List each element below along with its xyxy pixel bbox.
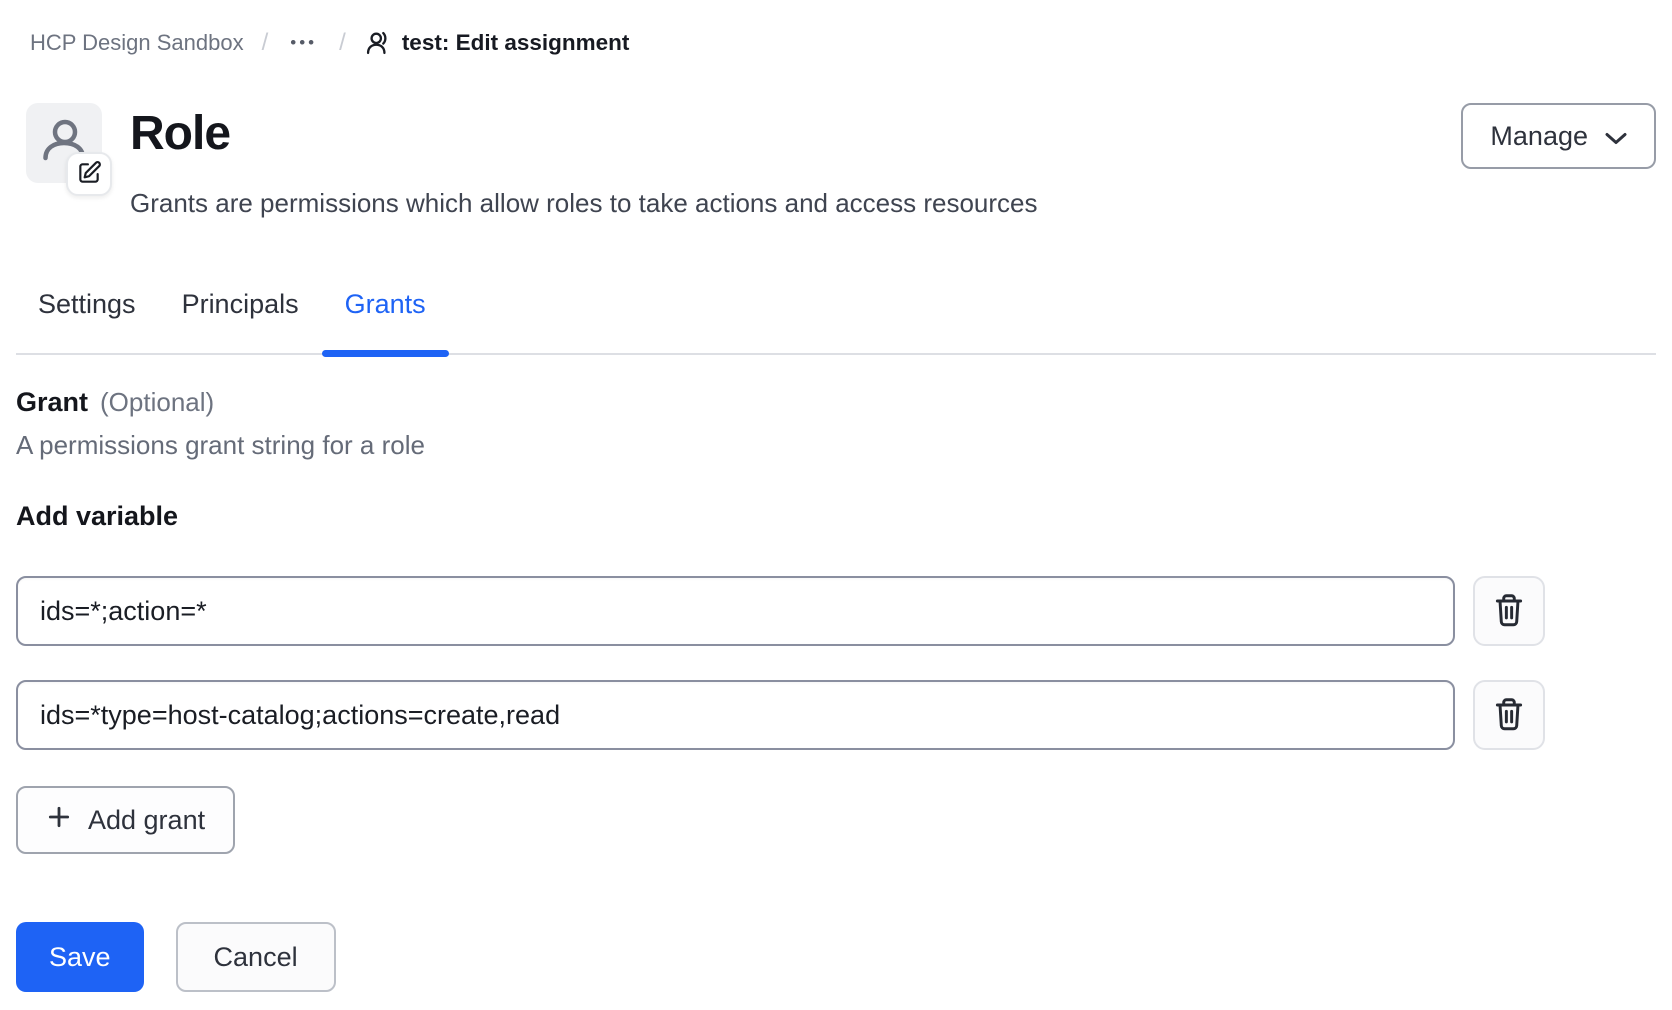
grant-field-label-row: Grant (Optional) — [16, 387, 1545, 418]
manage-button[interactable]: Manage — [1461, 103, 1656, 169]
edit-pencil-icon — [76, 160, 102, 189]
grants-form: Grant (Optional) A permissions grant str… — [16, 387, 1545, 992]
grant-help-text: A permissions grant string for a role — [16, 430, 1545, 461]
breadcrumb-item-hcp-design-sandbox[interactable]: HCP Design Sandbox — [30, 28, 244, 58]
chevron-down-icon — [1605, 121, 1627, 152]
trash-icon — [1492, 591, 1526, 632]
delete-grant-button-1[interactable] — [1473, 576, 1545, 646]
breadcrumb: HCP Design Sandbox / ••• / test: Edit as… — [30, 28, 1656, 58]
breadcrumb-separator: / — [335, 28, 350, 58]
form-actions: Save Cancel — [16, 922, 1545, 992]
page-subtitle: Grants are permissions which allow roles… — [130, 187, 1461, 219]
tab-principals[interactable]: Principals — [182, 289, 299, 353]
grant-row — [16, 576, 1545, 646]
add-variable-label: Add variable — [16, 501, 1545, 532]
breadcrumb-collapsed-button[interactable]: ••• — [286, 31, 321, 55]
breadcrumb-current-label: test: Edit assignment — [402, 28, 630, 58]
role-users-icon — [364, 29, 392, 57]
grant-optional-label: (Optional) — [100, 387, 214, 418]
title-column: Role Grants are permissions which allow … — [130, 103, 1461, 219]
page: HCP Design Sandbox / ••• / test: Edit as… — [0, 28, 1672, 1010]
add-grant-button-label: Add grant — [88, 805, 205, 836]
breadcrumb-item-current: test: Edit assignment — [364, 28, 630, 58]
page-header: Role Grants are permissions which allow … — [16, 103, 1656, 219]
breadcrumb-separator: / — [258, 28, 273, 58]
grant-input-1[interactable] — [16, 576, 1455, 646]
page-title: Role — [130, 105, 1461, 163]
edit-avatar-button[interactable] — [66, 152, 112, 196]
tab-settings[interactable]: Settings — [38, 289, 136, 353]
grant-input-2[interactable] — [16, 680, 1455, 750]
grant-row — [16, 680, 1545, 750]
tab-grants[interactable]: Grants — [345, 289, 426, 353]
add-grant-button[interactable]: Add grant — [16, 786, 235, 854]
plus-icon — [46, 804, 72, 837]
avatar — [26, 103, 102, 183]
tab-bar: Settings Principals Grants — [16, 289, 1656, 355]
cancel-button[interactable]: Cancel — [176, 922, 336, 992]
save-button[interactable]: Save — [16, 922, 144, 992]
grant-field-label: Grant — [16, 387, 88, 418]
trash-icon — [1492, 695, 1526, 736]
delete-grant-button-2[interactable] — [1473, 680, 1545, 750]
manage-button-label: Manage — [1490, 121, 1588, 152]
